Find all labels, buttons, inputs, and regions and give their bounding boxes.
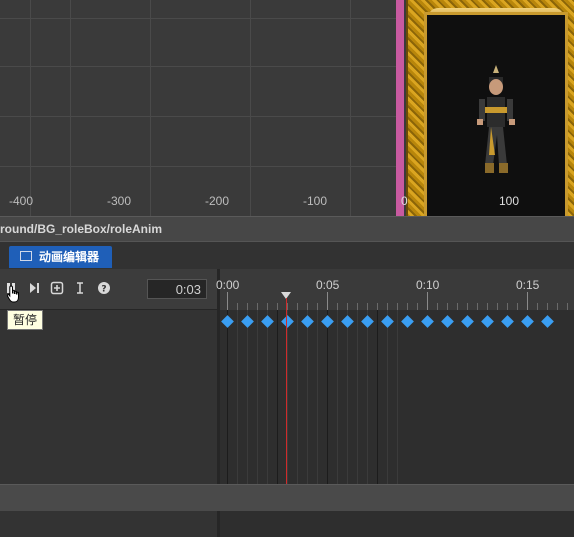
grid-line (150, 0, 151, 216)
time-tick (517, 303, 518, 310)
grid-line (250, 0, 251, 216)
ruler-label: -200 (205, 194, 230, 208)
time-tick (347, 303, 348, 310)
time-tick (307, 303, 308, 310)
frame-gridline (337, 310, 338, 484)
time-tick (497, 303, 498, 310)
grid-line (350, 0, 351, 216)
grid-line (0, 66, 400, 67)
ruler-label: -400 (9, 194, 34, 208)
time-tick (567, 303, 568, 310)
frame-gridline (277, 310, 278, 484)
hand-cursor-icon (6, 285, 22, 308)
ruler-label: 100 (499, 194, 520, 208)
time-tick (387, 303, 388, 310)
time-label: 0:05 (316, 278, 340, 292)
help-icon[interactable]: ? (97, 281, 111, 295)
character-sprite (477, 65, 515, 173)
frame-gridline (247, 310, 248, 484)
time-tick (417, 303, 418, 310)
time-tick (247, 303, 248, 310)
tooltip: 暂停 (7, 310, 43, 330)
time-tick (267, 303, 268, 310)
time-tick (357, 303, 358, 310)
current-time-field[interactable]: 0:03 (147, 279, 207, 299)
frame-gridline (367, 310, 368, 484)
time-tick (457, 303, 458, 310)
frame-gridline (327, 310, 328, 484)
tooltip-text: 暂停 (12, 313, 37, 327)
frame-gridline (387, 310, 388, 484)
time-tick (467, 303, 468, 310)
time-tick (447, 303, 448, 310)
time-tick (407, 303, 408, 310)
step-forward-icon[interactable] (27, 281, 41, 295)
frame-gridline (227, 310, 228, 484)
grid-line (0, 166, 400, 167)
time-label: 0:00 (216, 278, 240, 292)
frame-gridline (377, 310, 378, 484)
node-path-bar: round/BG_roleBox/roleAnim (0, 216, 574, 241)
time-tick (327, 292, 328, 310)
timeline-tracks-lower[interactable] (217, 511, 574, 537)
time-tick (487, 303, 488, 310)
frame-gridline (237, 310, 238, 484)
frame-gridline (357, 310, 358, 484)
ruler-label: -300 (107, 194, 132, 208)
time-tick (557, 303, 558, 310)
character-preview[interactable] (424, 12, 568, 216)
frame-gridline (317, 310, 318, 484)
time-label: 0:15 (516, 278, 540, 292)
film-icon (20, 251, 32, 261)
time-tick (317, 303, 318, 310)
ruler-label: -100 (303, 194, 328, 208)
frame-border (396, 0, 404, 216)
timeline-tracks[interactable] (217, 310, 574, 484)
time-tick (337, 303, 338, 310)
grid-line (0, 116, 400, 117)
grid-line (70, 0, 71, 216)
time-tick (547, 303, 548, 310)
frame-gridline (297, 310, 298, 484)
frame-gridline (347, 310, 348, 484)
time-tick (537, 303, 538, 310)
time-tick (277, 303, 278, 310)
add-keyframe-icon[interactable] (50, 281, 64, 295)
frame-gridline (257, 310, 258, 484)
time-tick (437, 303, 438, 310)
time-tick (527, 292, 528, 310)
time-tick (507, 303, 508, 310)
time-tick (477, 303, 478, 310)
time-tick (287, 303, 288, 310)
time-tick (297, 303, 298, 310)
node-path: round/BG_roleBox/roleAnim (0, 222, 163, 236)
time-label: 0:10 (416, 278, 440, 292)
property-list-lower (0, 511, 217, 537)
svg-text:?: ? (101, 285, 106, 295)
tab-label: 动画编辑器 (39, 250, 100, 264)
frame-gridline (287, 310, 288, 484)
frame-gridline (397, 310, 398, 484)
time-tick (237, 303, 238, 310)
text-cursor-icon[interactable] (73, 281, 87, 295)
ruler-label: 0 (401, 194, 408, 208)
frame-gridline (307, 310, 308, 484)
scene-viewport[interactable]: -400 -300 -200 -100 0 100 (0, 0, 574, 216)
grid-line (0, 18, 400, 19)
time-tick (377, 303, 378, 310)
time-tick (227, 292, 228, 310)
time-tick (367, 303, 368, 310)
grid-line (30, 0, 31, 216)
frame-gridline (267, 310, 268, 484)
time-tick (427, 292, 428, 310)
time-tick (397, 303, 398, 310)
panel-divider[interactable] (0, 484, 574, 512)
time-tick (257, 303, 258, 310)
